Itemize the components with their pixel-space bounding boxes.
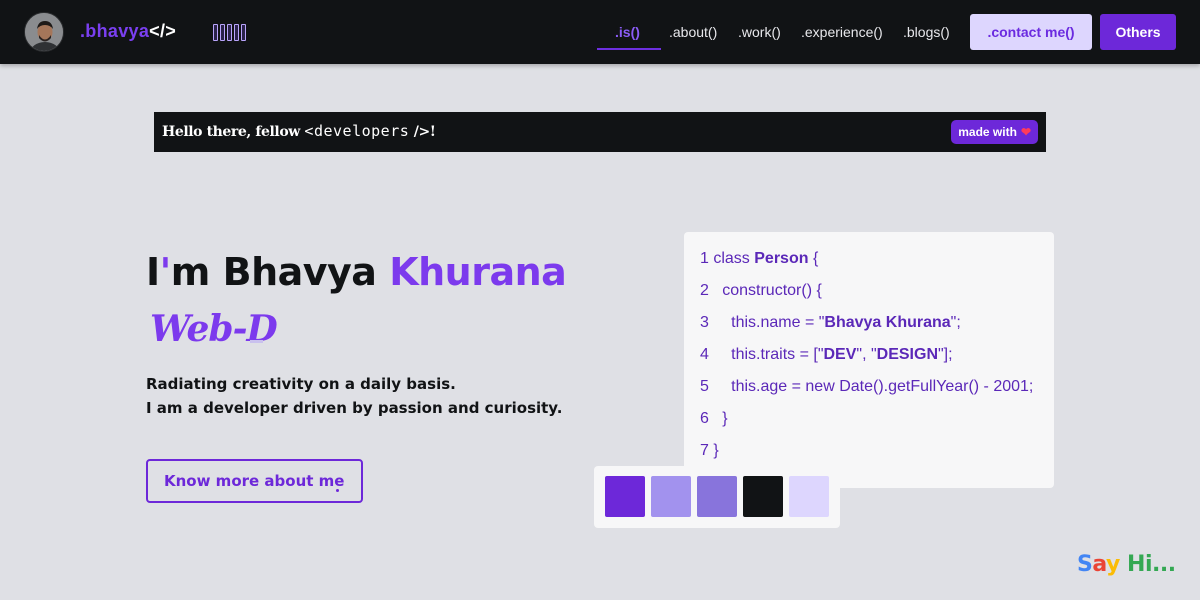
- hero-name-middle: m Bhavya: [170, 250, 390, 294]
- know-more-label: Know more about me: [164, 472, 345, 490]
- code-line: 6 }: [700, 410, 728, 428]
- audio-bar: [234, 24, 239, 41]
- code-line-number: 2: [700, 282, 723, 299]
- hero-tagline: Radiating creativity on a daily basis. I…: [146, 372, 562, 420]
- code-token: class: [713, 250, 755, 267]
- code-token: ";: [950, 314, 961, 331]
- heart-icon: ❤: [1020, 125, 1031, 139]
- nav-link-is[interactable]: .is(): [615, 24, 640, 40]
- say-hi-letter: H: [1127, 552, 1145, 577]
- nav-link-work[interactable]: .work(): [738, 24, 781, 40]
- code-token-bold: Bhavya Khurana: [824, 314, 951, 331]
- color-swatch[interactable]: [789, 476, 829, 517]
- typing-cursor: [250, 340, 263, 343]
- active-nav-underline: [597, 48, 661, 50]
- say-hi-letter: S: [1077, 552, 1093, 577]
- code-line-number: 3: [700, 314, 732, 331]
- cta-dot: [336, 489, 339, 492]
- say-hi-letter: i: [1144, 552, 1153, 577]
- hero-name-first: I: [146, 250, 160, 294]
- banner-greeting: Hello there, fellow <developers />!: [162, 122, 436, 140]
- logo-name: .bhavya: [80, 21, 150, 41]
- others-button[interactable]: Others: [1100, 14, 1176, 50]
- code-line: 7 }: [700, 442, 719, 460]
- banner-text-after: !: [429, 124, 436, 140]
- banner-tag-close: />: [413, 124, 430, 140]
- code-token: constructor() {: [722, 282, 822, 299]
- code-token-bold: DESIGN: [876, 346, 938, 363]
- color-palette: [594, 466, 840, 528]
- say-hi-letter: a: [1092, 552, 1107, 577]
- code-line-number: 1: [700, 250, 714, 267]
- hero-tagline-line: Radiating creativity on a daily basis.: [146, 375, 456, 393]
- code-token: this.traits = [": [731, 346, 824, 363]
- code-token-bold: DEV: [823, 346, 857, 363]
- color-swatch[interactable]: [605, 476, 645, 517]
- say-hi-letter: y: [1106, 552, 1120, 577]
- code-line-number: 6: [700, 410, 723, 427]
- logo-tag: </>: [149, 21, 177, 41]
- code-token: {: [808, 250, 819, 267]
- hero-apostrophe: ': [159, 250, 172, 294]
- avatar-photo: [25, 13, 63, 51]
- audio-bar: [213, 24, 218, 41]
- code-card: 1 class Person {2 constructor() {3 this.…: [684, 232, 1054, 488]
- code-token: "];: [938, 346, 953, 363]
- audio-bar: [241, 24, 246, 41]
- nav-link-blogs[interactable]: .blogs(): [903, 24, 950, 40]
- code-line: 3 this.name = "Bhavya Khurana";: [700, 314, 961, 332]
- code-line: 5 this.age = new Date().getFullYear() - …: [700, 378, 1033, 396]
- banner-text-before: Hello there, fellow: [162, 124, 300, 140]
- code-line: 2 constructor() {: [700, 282, 822, 300]
- code-line: 1 class Person {: [700, 250, 818, 268]
- say-hi-link[interactable]: Say Hi...: [1077, 552, 1176, 577]
- greeting-banner: Hello there, fellow <developers />! made…: [154, 112, 1046, 152]
- say-hi-letter: ...: [1152, 552, 1176, 577]
- profile-avatar[interactable]: [24, 12, 64, 52]
- nav-link-experience[interactable]: .experience(): [801, 24, 883, 40]
- know-more-button[interactable]: Know more about me: [146, 459, 363, 503]
- audio-bar: [220, 24, 225, 41]
- say-hi-letter: [1120, 552, 1127, 577]
- color-swatch[interactable]: [651, 476, 691, 517]
- code-token: this.age = new Date().getFullYear() - 20…: [731, 378, 1034, 395]
- color-swatch[interactable]: [697, 476, 737, 517]
- code-token: ", ": [856, 346, 877, 363]
- code-token: }: [713, 442, 719, 459]
- nav-link-about[interactable]: .about(): [669, 24, 717, 40]
- hero-title: I'm Bhavya Khurana: [146, 250, 567, 294]
- audio-bar: [227, 24, 232, 41]
- code-token: }: [722, 410, 728, 427]
- made-with-label: made with: [958, 125, 1017, 139]
- made-with-badge[interactable]: made with ❤: [951, 120, 1038, 144]
- code-line-number: 7: [700, 442, 714, 459]
- code-line: 4 this.traits = ["DEV", "DESIGN"];: [700, 346, 953, 364]
- contact-me-button[interactable]: .contact me(): [970, 14, 1092, 50]
- code-token-bold: Person: [754, 250, 809, 267]
- site-logo[interactable]: .bhavya</>: [80, 21, 176, 42]
- navbar: .bhavya</> .is() .about() .work() .exper…: [0, 0, 1200, 64]
- banner-tag-name: developers: [313, 122, 410, 140]
- color-swatch[interactable]: [743, 476, 783, 517]
- code-line-number: 5: [700, 378, 732, 395]
- code-token: this.name = ": [731, 314, 825, 331]
- hero-tagline-line: I am a developer driven by passion and c…: [146, 399, 563, 417]
- banner-tag-open: <: [304, 122, 314, 140]
- hero-name-last: Khurana: [389, 250, 567, 294]
- audio-bars-icon[interactable]: [213, 24, 247, 41]
- typed-role: Web-D: [150, 308, 278, 350]
- code-line-number: 4: [700, 346, 732, 363]
